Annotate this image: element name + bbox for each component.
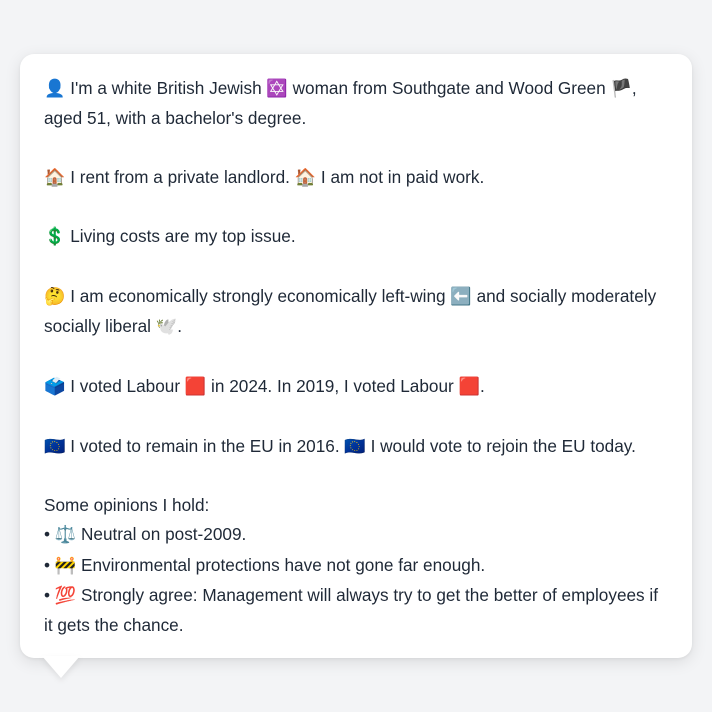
housing-text-1: I rent from a private landlord. — [70, 166, 290, 187]
england-flag-icon: 🏴 — [610, 79, 632, 99]
eu-text-1: I voted to remain in the EU in 2016. — [70, 435, 340, 456]
votes-text-c: . — [479, 375, 485, 396]
ideology-text-c: . — [177, 316, 182, 337]
scales-icon: ⚖️ — [54, 525, 77, 546]
bullet-dot: • — [44, 585, 51, 606]
opinion-text: Strongly agree: Management will always t… — [44, 585, 659, 636]
opinion-item: • 🚧 Environmental protections have not g… — [44, 551, 670, 581]
ideology-paragraph: 🤔 I am economically strongly economicall… — [44, 282, 670, 343]
opinion-item: • 💯 Strongly agree: Management will alwa… — [44, 581, 670, 641]
bullet-dot: • — [44, 554, 51, 575]
dollar-icon: 💲 — [44, 227, 66, 248]
person-icon: 👤 — [44, 79, 66, 99]
dove-icon: 🕊️ — [155, 317, 178, 338]
speech-bubble-tail — [42, 656, 80, 678]
eu-text-2: I would vote to rejoin the EU today. — [370, 435, 636, 456]
votes-paragraph: 🗳️ I voted Labour 🟥 in 2024. In 2019, I … — [44, 372, 670, 402]
star-of-david-icon: ✡️ — [266, 79, 288, 99]
ballot-box-icon: 🗳️ — [44, 376, 66, 397]
eu-paragraph: 🇪🇺 I voted to remain in the EU in 2016. … — [44, 432, 670, 462]
red-square-icon: 🟥 — [184, 376, 207, 397]
hundred-points-icon: 💯 — [54, 586, 77, 607]
identity-paragraph: 👤 I'm a white British Jewish ✡️ woman fr… — [44, 74, 670, 134]
housing-text-2: I am not in paid work. — [320, 166, 485, 187]
identity-text-b: woman from Southgate and Wood Green — [292, 78, 606, 98]
eu-flag-icon-2: 🇪🇺 — [344, 436, 366, 457]
opinion-text: Environmental protections have not gone … — [81, 554, 486, 575]
opinions-heading: Some opinions I hold: — [44, 495, 210, 516]
opinions-paragraph: Some opinions I hold: • ⚖️ Neutral on po… — [44, 491, 670, 640]
housing-paragraph: 🏠 I rent from a private landlord. 🏠 I am… — [44, 163, 670, 193]
thinking-face-icon: 🤔 — [44, 287, 66, 308]
house-icon-2: 🏠 — [294, 167, 317, 188]
issue-text: Living costs are my top issue. — [70, 226, 296, 247]
left-arrow-icon: ⬅️ — [450, 287, 472, 308]
ideology-text-a: I am economically strongly economically … — [70, 286, 446, 307]
opinion-item: • ⚖️ Neutral on post-2009. — [44, 520, 670, 550]
issue-paragraph: 💲 Living costs are my top issue. — [44, 222, 670, 252]
eu-flag-icon: 🇪🇺 — [44, 436, 66, 457]
chat-message-card: 👤 I'm a white British Jewish ✡️ woman fr… — [20, 54, 692, 658]
construction-icon: 🚧 — [54, 555, 77, 576]
votes-text-a: I voted Labour — [70, 375, 181, 396]
bullet-dot: • — [44, 524, 51, 545]
opinion-text: Neutral on post-2009. — [81, 524, 247, 545]
identity-text-a: I'm a white British Jewish — [70, 78, 262, 98]
votes-text-b: in 2024. In 2019, I voted Labour — [211, 375, 454, 396]
red-square-icon-2: 🟥 — [458, 376, 480, 397]
house-icon: 🏠 — [44, 167, 66, 188]
